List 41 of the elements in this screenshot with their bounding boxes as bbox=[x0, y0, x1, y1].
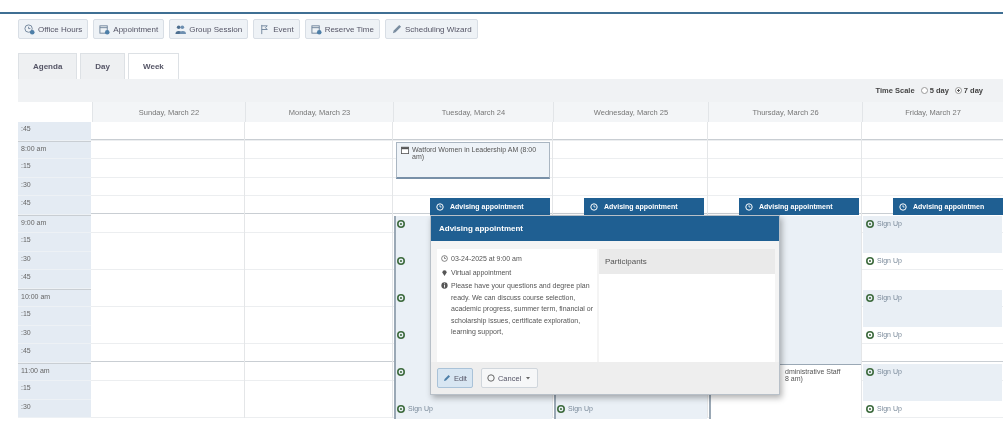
view-tab[interactable]: Week bbox=[128, 53, 179, 79]
calendar-icon bbox=[310, 23, 322, 35]
plus-circle-icon bbox=[866, 330, 874, 339]
clock-icon bbox=[24, 23, 35, 35]
caret-icon bbox=[524, 374, 533, 382]
info-icon bbox=[441, 282, 448, 289]
view-tab[interactable]: Agenda bbox=[18, 53, 78, 79]
plus-circle-icon bbox=[866, 219, 874, 228]
plus-circle-icon bbox=[866, 367, 874, 376]
plus-circle-icon bbox=[397, 404, 405, 413]
popover-title: Advising appointment bbox=[431, 216, 779, 241]
toolbar-button[interactable]: Office Hours bbox=[18, 19, 89, 39]
calendar-icon bbox=[99, 23, 111, 35]
calendar-icon bbox=[401, 145, 409, 154]
toolbar-button[interactable]: Appointment bbox=[93, 19, 165, 39]
toolbar-button[interactable]: Scheduling Wizard bbox=[385, 19, 478, 39]
plus-circle-icon bbox=[866, 404, 874, 413]
toolbar-button[interactable]: Reserve Time bbox=[304, 19, 380, 39]
flag-icon bbox=[259, 23, 271, 35]
plus-circle-icon bbox=[397, 330, 405, 339]
view-tab[interactable]: Day bbox=[80, 53, 126, 79]
plus-circle-icon bbox=[397, 256, 405, 265]
clock-icon bbox=[590, 202, 598, 211]
toolbar-button[interactable]: Event bbox=[253, 19, 300, 39]
plus-circle-icon bbox=[866, 256, 874, 265]
plus-circle-icon bbox=[397, 293, 405, 302]
pencil-icon bbox=[443, 374, 451, 382]
toolbar-button[interactable]: Group Session bbox=[169, 19, 249, 39]
pin-icon bbox=[441, 268, 448, 276]
plus-circle-icon bbox=[397, 219, 405, 228]
clock-icon bbox=[436, 202, 444, 211]
plus-circle-icon bbox=[866, 293, 874, 302]
plus-circle-icon bbox=[557, 404, 565, 413]
clock-icon bbox=[899, 202, 907, 211]
clock-icon bbox=[441, 255, 448, 262]
cancel-icon bbox=[486, 374, 495, 382]
plus-circle-icon bbox=[397, 367, 405, 376]
people-icon bbox=[175, 23, 187, 35]
participants-header: Participants bbox=[599, 249, 775, 274]
clock-icon bbox=[745, 202, 753, 211]
pencil-icon bbox=[391, 23, 402, 35]
